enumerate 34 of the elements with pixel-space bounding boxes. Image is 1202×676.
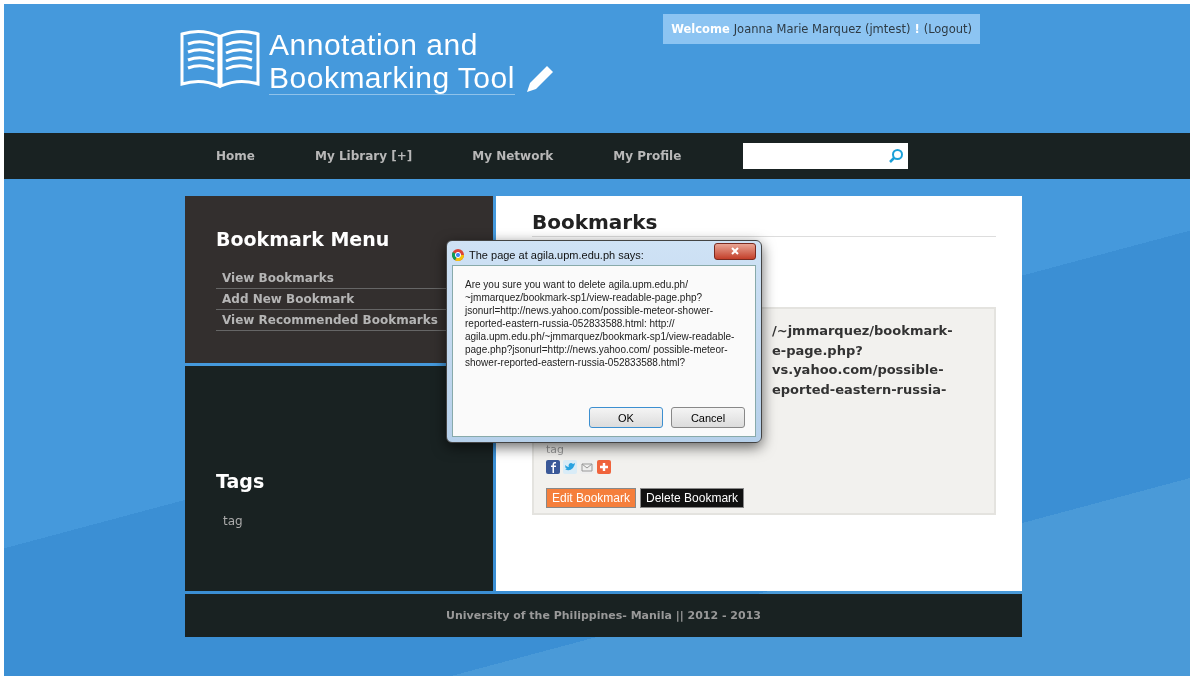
- mail-icon[interactable]: [580, 460, 594, 474]
- bookmark-text: eported-eastern-russia-: [772, 380, 948, 399]
- logo-title: Annotation and: [269, 28, 479, 61]
- tags-title: Tags: [216, 470, 266, 492]
- search-icon[interactable]: [888, 148, 905, 164]
- dialog-message: Are you sure you want to delete agila.upm.edu.ph/ ~jmmarquez/bookmark-sp1/view-readable-page.php? jsonurl=http://news.yahoo.com/possible-meteor-shower-reported-eastern-russia-052833588.html: http:// agila.upm.edu.ph/~jmmarquez/bookmark-sp1/view-readable-page.php?jsonurl=http://news.yahoo.com/ possible-meteor-shower-reported-eastern-russia-052833588.html?: [465, 278, 736, 369]
- exclamation-mark: !: [914, 22, 920, 36]
- logout-link[interactable]: (Logout): [923, 22, 972, 36]
- bookmark-text: e-page.php?: [772, 341, 864, 360]
- nav-link[interactable]: My Network: [472, 149, 554, 163]
- user-name: Joanna Marie Marquez (jmtest): [733, 22, 911, 36]
- nav-link[interactable]: My Profile: [613, 149, 682, 163]
- nav-link[interactable]: Home: [216, 149, 255, 163]
- logo-title: Bookmarking Tool: [269, 61, 515, 94]
- bookmark-text: /~jmmarquez/bookmark-: [772, 322, 954, 340]
- dialog-title: The page at agila.upm.edu.ph says:: [469, 249, 645, 261]
- footer-text: University of the Philippines- Manila || 2012 - 2013: [446, 609, 761, 622]
- plus-icon[interactable]: [597, 460, 611, 474]
- welcome-label: Welcome: [671, 22, 730, 36]
- close-icon[interactable]: [730, 247, 740, 255]
- page-title: Bookmarks: [532, 210, 996, 237]
- ok-button[interactable]: OK: [589, 407, 663, 428]
- delete-bookmark-button[interactable]: Delete Bookmark: [640, 488, 745, 508]
- close-button[interactable]: [714, 242, 756, 260]
- search-field[interactable]: [743, 143, 909, 169]
- browser-logo-icon: [452, 249, 464, 261]
- open-book-icon: [179, 28, 261, 90]
- nav-link[interactable]: My Library [+]: [314, 149, 413, 163]
- menu-title: Bookmark Menu: [216, 228, 391, 250]
- cancel-button[interactable]: Cancel: [671, 407, 745, 428]
- tag-link[interactable]: tag: [223, 514, 243, 528]
- bookmark-text: vs.yahoo.com/possible-: [772, 361, 945, 379]
- bookmark-tag: tag: [546, 443, 982, 456]
- facebook-icon[interactable]: [546, 460, 560, 474]
